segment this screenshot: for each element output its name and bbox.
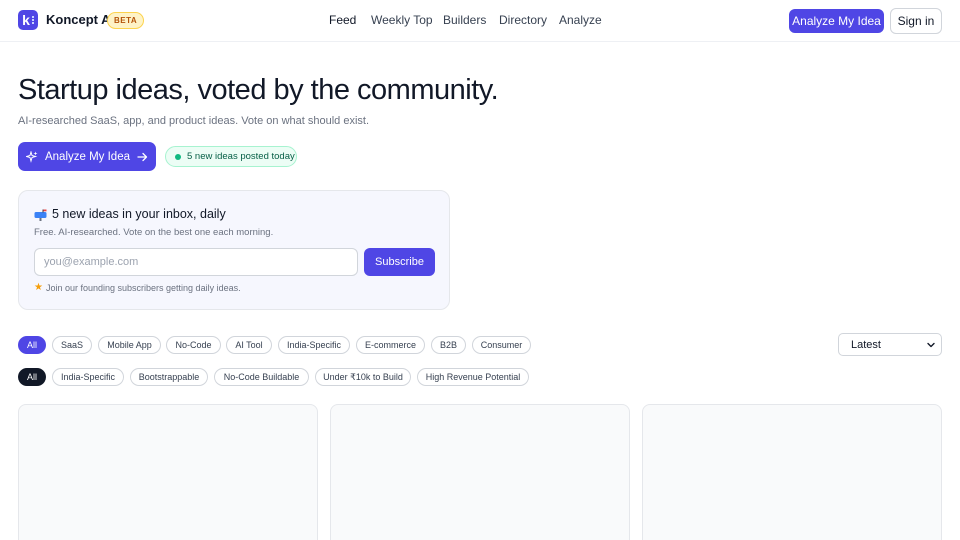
category-chip-e-commerce[interactable]: E-commerce xyxy=(356,336,425,354)
newsletter-title: 5 new ideas in your inbox, daily xyxy=(34,207,226,221)
status-dot-icon xyxy=(175,153,181,160)
beta-badge: BETA xyxy=(107,12,145,29)
category-chip-no-code[interactable]: No-Code xyxy=(166,336,221,354)
tag-chip-no-code-buildable[interactable]: No-Code Buildable xyxy=(214,368,309,386)
brand-name[interactable]: Koncept AI xyxy=(46,12,114,27)
idea-card[interactable] xyxy=(330,404,630,540)
category-chip-mobile-app[interactable]: Mobile App xyxy=(98,336,161,354)
nav-feed[interactable]: Feed xyxy=(329,13,356,27)
newsletter-title-text: 5 new ideas in your inbox, daily xyxy=(52,207,226,221)
newsletter-subtitle: Free. AI-researched. Vote on the best on… xyxy=(34,227,274,238)
category-chip-all[interactable]: All xyxy=(18,336,46,354)
hero-analyze-button[interactable]: Analyze My Idea xyxy=(18,142,156,171)
top-header: k Koncept AI BETA Feed Weekly Top Builde… xyxy=(0,0,960,42)
nav-builders[interactable]: Builders xyxy=(443,13,486,27)
logo-icon[interactable]: k xyxy=(18,10,38,30)
category-chip-india-specific[interactable]: India-Specific xyxy=(278,336,350,354)
hero-analyze-label: Analyze My Idea xyxy=(44,150,130,163)
sort-select[interactable]: Latest xyxy=(838,333,942,356)
tag-chip-all[interactable]: All xyxy=(18,368,46,386)
analyze-my-idea-button[interactable]: Analyze My Idea xyxy=(789,9,884,33)
sort-selected-value: Latest xyxy=(851,338,881,351)
category-chip-consumer[interactable]: Consumer xyxy=(472,336,531,354)
subscribe-button[interactable]: Subscribe xyxy=(364,248,435,276)
newsletter-note: ★ Join our founding subscribers getting … xyxy=(34,282,241,293)
page-subtitle: AI-researched SaaS, app, and product ide… xyxy=(18,115,370,127)
nav-weekly-top[interactable]: Weekly Top xyxy=(371,13,433,27)
sparkles-icon xyxy=(25,150,38,163)
mailbox-icon xyxy=(34,209,47,221)
idea-card[interactable] xyxy=(18,404,318,540)
idea-card[interactable] xyxy=(642,404,942,540)
sign-in-button[interactable]: Sign in xyxy=(890,8,942,34)
category-chip-b2b[interactable]: B2B xyxy=(431,336,466,354)
chevron-down-icon xyxy=(926,340,936,353)
tag-chip-under-10k[interactable]: Under ₹10k to Build xyxy=(315,368,411,386)
nav-directory[interactable]: Directory xyxy=(499,13,547,27)
category-chip-ai-tool[interactable]: AI Tool xyxy=(226,336,272,354)
newsletter-note-text: Join our founding subscribers getting da… xyxy=(45,282,241,293)
tag-chip-india-specific[interactable]: India-Specific xyxy=(52,368,124,386)
arrow-right-icon xyxy=(137,152,148,162)
email-field[interactable] xyxy=(34,248,358,276)
tag-chip-high-revenue[interactable]: High Revenue Potential xyxy=(417,368,529,386)
nav-analyze[interactable]: Analyze xyxy=(559,13,602,27)
newsletter-card: 5 new ideas in your inbox, daily Free. A… xyxy=(18,190,450,310)
category-chip-saas[interactable]: SaaS xyxy=(52,336,92,354)
new-ideas-text: 5 new ideas posted today xyxy=(187,151,295,162)
new-ideas-badge: 5 new ideas posted today xyxy=(165,146,297,167)
tag-chip-bootstrappable[interactable]: Bootstrappable xyxy=(130,368,208,386)
star-icon: ★ xyxy=(34,282,43,293)
page-title: Startup ideas, voted by the community. xyxy=(18,74,499,106)
